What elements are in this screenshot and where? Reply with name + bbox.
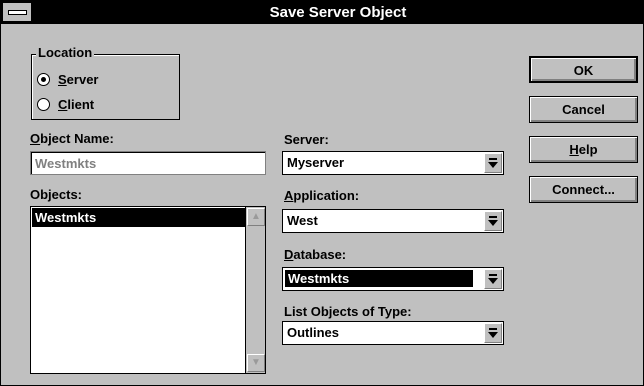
objects-listbox[interactable]: Westmkts ▲ ▼: [30, 206, 266, 374]
scroll-up-arrow-icon[interactable]: ▲: [247, 208, 265, 226]
dropdown-arrow-icon[interactable]: [484, 211, 502, 231]
cancel-button[interactable]: Cancel: [529, 96, 638, 123]
object-name-label: Object Name:: [30, 131, 114, 146]
dropdown-arrow-icon[interactable]: [484, 269, 502, 289]
object-type-value: Outlines: [287, 325, 340, 340]
database-label: Database:: [284, 247, 347, 262]
server-label: Server:: [284, 132, 329, 147]
dropdown-arrow-icon[interactable]: [484, 323, 502, 343]
radio-unselected-icon: [37, 97, 50, 111]
connect-button[interactable]: Connect...: [529, 176, 638, 203]
database-combobox[interactable]: Westmkts: [282, 267, 504, 291]
objects-scrollbar[interactable]: ▲ ▼: [245, 207, 265, 373]
dialog-title: Save Server Object: [269, 4, 407, 21]
location-label: Location: [36, 45, 95, 60]
application-label: Application:: [284, 188, 360, 203]
application-value: West: [287, 213, 318, 228]
list-item[interactable]: Westmkts: [32, 208, 246, 227]
scroll-down-arrow-icon[interactable]: ▼: [247, 354, 265, 372]
database-value: Westmkts: [285, 270, 473, 287]
server-value: Myserver: [287, 155, 345, 170]
object-type-combobox[interactable]: Outlines: [282, 321, 504, 345]
objects-label: Objects:: [30, 187, 83, 202]
help-button[interactable]: Help: [529, 136, 638, 163]
object-name-input[interactable]: Westmkts: [30, 151, 266, 175]
application-combobox[interactable]: West: [282, 209, 504, 233]
object-type-label: List Objects of Type:: [284, 304, 412, 319]
radio-server[interactable]: Server: [37, 70, 98, 88]
system-menu-icon[interactable]: [3, 3, 32, 21]
radio-selected-icon: [37, 72, 50, 86]
radio-client-label: Client: [58, 96, 95, 112]
save-server-object-dialog: Save Server Object Location Server Clien…: [0, 0, 644, 386]
server-combobox[interactable]: Myserver: [282, 151, 504, 175]
title-bar: Save Server Object: [1, 1, 643, 24]
ok-button[interactable]: OK: [529, 56, 638, 83]
radio-server-label: Server: [58, 71, 99, 87]
dropdown-arrow-icon[interactable]: [484, 153, 502, 173]
radio-client[interactable]: Client: [37, 95, 94, 113]
